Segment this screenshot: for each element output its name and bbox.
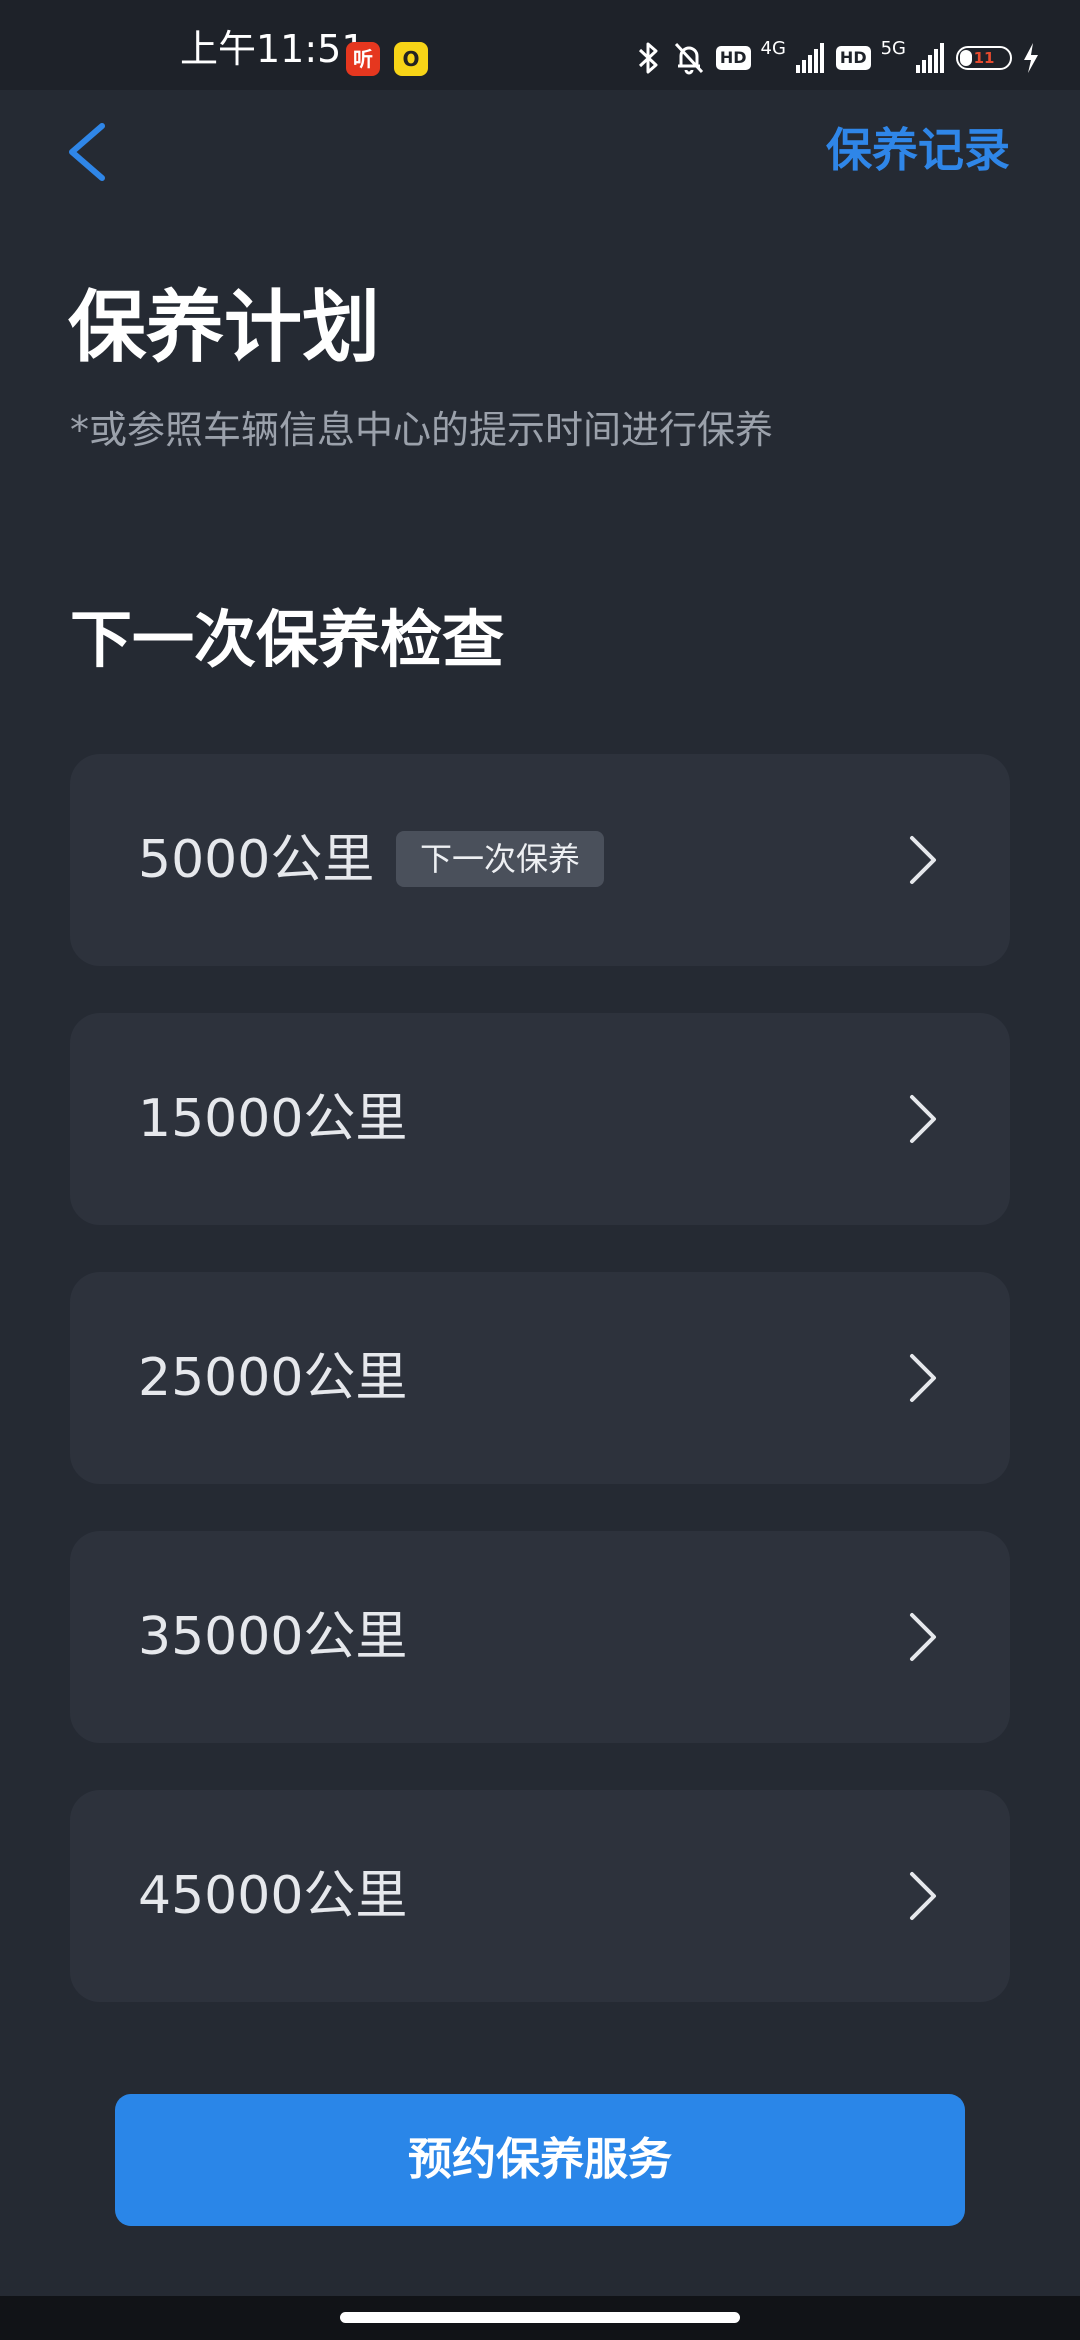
signal-icon <box>795 43 824 73</box>
chevron-right-icon <box>910 1095 936 1143</box>
plan-item-15000[interactable]: 15000公里 <box>70 1013 1010 1225</box>
plan-item-label: 5000公里 <box>138 830 375 890</box>
chevron-left-icon[interactable] <box>60 112 120 192</box>
status-icons: HD 4G HD 5G 11 <box>636 38 1040 78</box>
charging-icon <box>1024 43 1038 73</box>
plan-item-35000[interactable]: 35000公里 <box>70 1531 1010 1743</box>
plan-item-5000[interactable]: 5000公里 下一次保养 <box>70 754 1010 966</box>
plan-item-25000[interactable]: 25000公里 <box>70 1272 1010 1484</box>
home-indicator[interactable] <box>340 2312 740 2323</box>
next-maintenance-tag: 下一次保养 <box>396 831 605 887</box>
plan-item-label: 35000公里 <box>138 1607 408 1667</box>
status-bar: 上午11:51 听 O HD 4G HD 5G 11 <box>0 0 1080 90</box>
maintenance-plan-list: 5000公里 下一次保养 15000公里 25000公里 35000公里 450… <box>70 754 1010 2049</box>
hd-badge: HD <box>715 46 751 70</box>
battery-icon: 11 <box>956 46 1012 70</box>
page-title: 保养计划 <box>68 283 381 373</box>
hd-badge-2: HD <box>835 46 871 70</box>
book-maintenance-button[interactable]: 预约保养服务 <box>115 2094 965 2226</box>
battery-level: 11 <box>973 49 995 67</box>
plan-item-45000[interactable]: 45000公里 <box>70 1790 1010 2002</box>
network-5g-label: 5G <box>880 37 906 59</box>
chevron-right-icon <box>910 836 936 884</box>
bluetooth-icon <box>638 42 658 74</box>
chevron-right-icon <box>910 1872 936 1920</box>
signal-icon-2 <box>916 43 944 73</box>
plan-item-label: 25000公里 <box>138 1348 408 1408</box>
chevron-right-icon <box>910 1613 936 1661</box>
page-subtitle: *或参照车辆信息中心的提示时间进行保养 <box>70 408 774 452</box>
plan-item-label: 45000公里 <box>138 1866 408 1926</box>
system-nav-bar <box>0 2296 1080 2340</box>
status-time: 上午11:51 <box>180 27 366 71</box>
plan-item-label: 15000公里 <box>138 1089 408 1149</box>
network-4g-label: 4G <box>760 37 786 59</box>
section-title: 下一次保养检查 <box>70 603 505 676</box>
chevron-right-icon <box>910 1354 936 1402</box>
bell-muted-icon <box>674 42 703 75</box>
o-app-badge: O <box>394 42 428 76</box>
ting-app-badge: 听 <box>346 42 380 76</box>
maintenance-records-link[interactable]: 保养记录 <box>826 122 1010 178</box>
